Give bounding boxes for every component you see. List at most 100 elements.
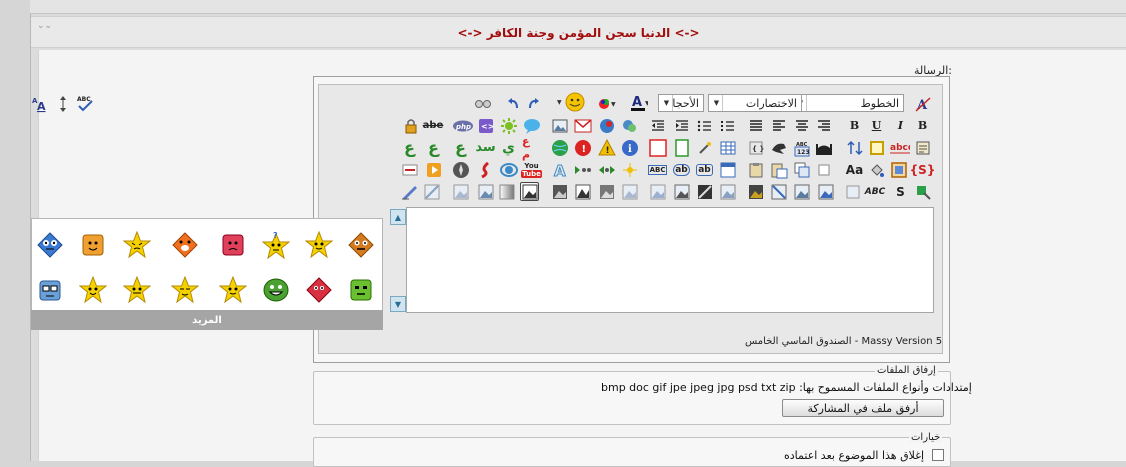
warning-icon[interactable]: ! [597, 138, 616, 157]
glasses-icon[interactable] [473, 94, 492, 113]
image-placeholder-16-icon[interactable] [422, 182, 441, 201]
sizes-select[interactable]: ▼ الأحجا [658, 94, 704, 112]
gmail-icon[interactable] [573, 116, 592, 135]
ab-rounded-icon[interactable]: ab [672, 160, 691, 179]
scroll-icon[interactable] [913, 138, 932, 157]
smiley-red-diamond-icon[interactable] [304, 275, 334, 305]
image-placeholder-10-icon[interactable] [620, 182, 639, 201]
arabic-letter-green-3-icon[interactable]: ع [451, 138, 470, 157]
align-left-icon[interactable] [769, 116, 788, 135]
smiley-green-square-icon[interactable] [346, 275, 376, 305]
smiley-blue-diamond-icon[interactable] [35, 230, 65, 260]
clear-format-icon[interactable]: A [913, 94, 932, 113]
align-center-icon[interactable] [792, 116, 811, 135]
code-box-icon[interactable]: { } [746, 138, 765, 157]
sort-arrows-icon[interactable] [845, 138, 864, 157]
image-placeholder-9-icon[interactable] [648, 182, 667, 201]
image-placeholder-13-icon[interactable] [550, 182, 569, 201]
font-size-aa-icon[interactable]: Aa [845, 160, 864, 179]
smiley-star-4-icon[interactable] [170, 275, 200, 305]
image-placeholder-14-icon[interactable] [476, 182, 495, 201]
mosque-icon[interactable] [814, 138, 833, 157]
smiley-star-question-icon[interactable]: ? [261, 230, 291, 260]
bullet-list-icon[interactable] [695, 116, 714, 135]
compass-icon[interactable] [451, 160, 470, 179]
close-topic-checkbox[interactable] [932, 449, 944, 461]
table-icon[interactable] [718, 138, 737, 157]
image-placeholder-12-icon[interactable] [573, 182, 592, 201]
quote-bird-icon[interactable] [769, 138, 788, 157]
error-icon[interactable]: ! [573, 138, 592, 157]
horizontal-rule-icon[interactable] [400, 160, 419, 179]
smilies-more-button[interactable]: المزيد [31, 310, 383, 330]
red-frame-icon[interactable] [648, 138, 667, 157]
outline-a-icon[interactable]: A [550, 160, 569, 179]
abc-box-icon[interactable]: ABC [647, 160, 668, 179]
paint-bucket-icon[interactable] [867, 160, 886, 179]
window-icon[interactable] [718, 160, 737, 179]
globe-icon[interactable] [550, 138, 569, 157]
smiley-star-6-icon[interactable] [78, 275, 108, 305]
highlight-color-icon[interactable]: ▼ [597, 94, 616, 113]
indent-icon[interactable] [672, 116, 691, 135]
smiley-blue-glasses-icon[interactable] [35, 275, 65, 305]
image-placeholder-2-icon[interactable] [816, 182, 835, 201]
attach-file-button[interactable]: أرفق ملف في المشاركة [782, 399, 944, 417]
color-picker-icon[interactable] [913, 182, 932, 201]
spellcheck-icon[interactable]: ABC [75, 94, 94, 113]
image-placeholder-8-icon[interactable] [672, 182, 691, 201]
email-icon[interactable] [620, 116, 639, 135]
message-textarea[interactable] [406, 207, 934, 313]
arabic-letter-green-2-icon[interactable]: سد [475, 138, 495, 157]
marquee-icon[interactable] [573, 160, 592, 179]
undo-icon[interactable] [503, 94, 522, 113]
image-placeholder-5-icon[interactable] [746, 182, 765, 201]
insert-image-icon[interactable] [550, 116, 569, 135]
gradient-box-icon[interactable] [497, 182, 516, 201]
image-selected-icon[interactable] [520, 182, 539, 201]
smiley-red-square-icon[interactable] [218, 230, 248, 260]
paste-icon[interactable] [769, 160, 788, 179]
scroll-down-icon[interactable]: ▼ [390, 296, 406, 312]
smiley-star-5-icon[interactable] [122, 275, 152, 305]
image-placeholder-4-icon[interactable] [769, 182, 788, 201]
image-placeholder-11-icon[interactable] [597, 182, 616, 201]
image-placeholder-1-icon[interactable] [843, 182, 862, 201]
lock-icon[interactable] [401, 116, 420, 135]
smilies-dropdown-icon[interactable]: ▼ [557, 92, 587, 111]
outdent-icon[interactable] [648, 116, 667, 135]
arabic-letter-green-5-icon[interactable]: ع [400, 138, 419, 157]
smiley-star-2-icon[interactable] [122, 230, 152, 260]
clipboard-icon[interactable] [746, 160, 765, 179]
pen-icon[interactable] [400, 182, 419, 201]
magic-wand-icon[interactable] [695, 138, 714, 157]
arabic-letter-green-1-icon[interactable]: ي [499, 138, 518, 157]
flash-icon[interactable] [476, 160, 495, 179]
ab-box-icon[interactable]: ab [695, 160, 714, 179]
arrows-lr-icon[interactable] [597, 160, 616, 179]
green-frame-icon[interactable] [672, 138, 691, 157]
sun-icon[interactable] [499, 116, 518, 135]
unlink-icon[interactable] [597, 116, 616, 135]
media-play-icon[interactable] [424, 160, 443, 179]
font-size-small-icon[interactable]: AA [31, 94, 50, 113]
smiley-star-3-icon[interactable] [218, 275, 248, 305]
smiley-orange-square-icon[interactable] [78, 230, 108, 260]
sparkle-icon[interactable] [620, 160, 639, 179]
info-icon[interactable]: i [620, 138, 639, 157]
fonts-select[interactable]: ▼الخطوط [792, 94, 904, 112]
image-placeholder-15-icon[interactable] [451, 182, 470, 201]
smiley-angry-diamond-icon[interactable] [346, 230, 376, 260]
html-code-icon[interactable]: <> [476, 116, 495, 135]
php-code-icon[interactable]: php [451, 116, 475, 135]
abc-spell-icon[interactable]: ABC [862, 182, 888, 201]
chat-bubble-icon[interactable] [522, 116, 541, 135]
spell-abc-icon[interactable]: abcd [889, 138, 911, 157]
arabic-letter-green-4-icon[interactable]: ع [424, 138, 443, 157]
underline-icon[interactable]: U [867, 116, 886, 135]
image-placeholder-7-icon[interactable] [695, 182, 714, 201]
brackets-icon[interactable]: {S} [910, 160, 936, 179]
youtube-icon[interactable]: You Tube [521, 160, 542, 179]
bold-serif-icon[interactable]: B [845, 116, 864, 135]
s-icon[interactable]: S [891, 182, 910, 201]
